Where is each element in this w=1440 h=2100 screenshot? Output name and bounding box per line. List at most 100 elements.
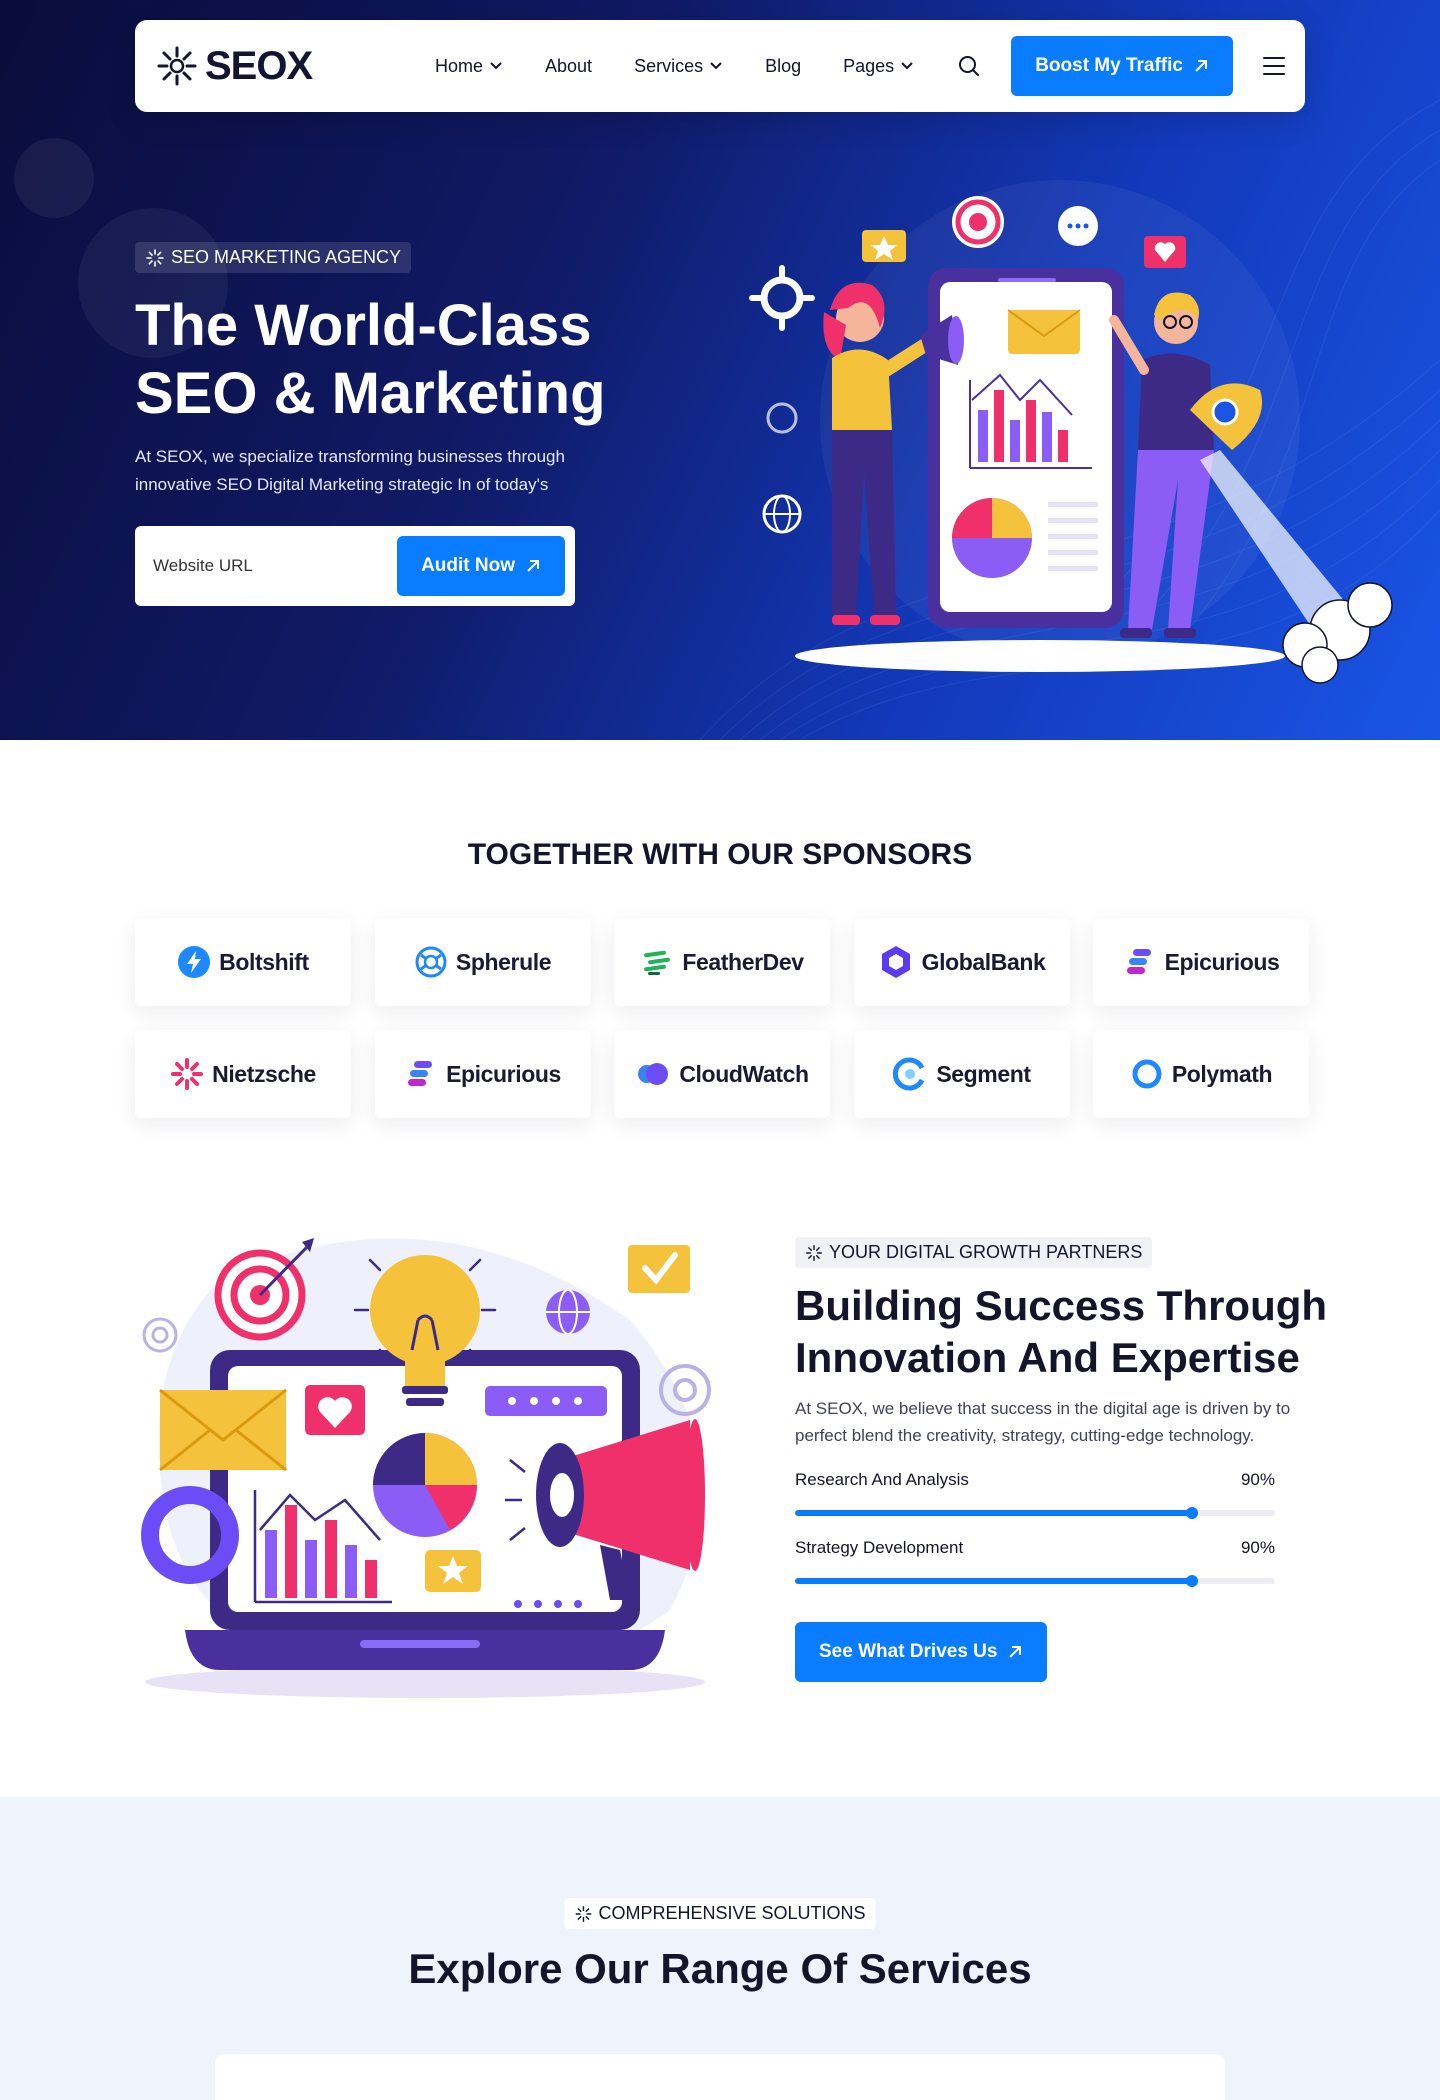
chevron-down-icon <box>490 62 502 70</box>
sponsor-card-featherdev[interactable]: FeatherDev <box>614 918 830 1006</box>
nav-item-services[interactable]: Services <box>634 56 723 77</box>
skill-progress-track <box>795 1507 1275 1519</box>
sponsor-card-epicurious[interactable]: Epicurious <box>374 1030 591 1118</box>
nav-item-home[interactable]: Home <box>435 56 503 77</box>
growth-title-line: Innovation And Expertise <box>795 1334 1300 1381</box>
growth-title: Building Success Through Innovation And … <box>795 1280 1335 1384</box>
sponsor-name: Boltshift <box>219 948 309 975</box>
services-section: COMPREHENSIVE SOLUTIONS Explore Our Rang… <box>0 1797 1440 2100</box>
sponsor-card-cloudwatch[interactable]: CloudWatch <box>614 1030 830 1118</box>
hero-illustration <box>749 180 1393 684</box>
services-badge-label: COMPREHENSIVE SOLUTIONS <box>598 1903 866 1923</box>
hero-section: SEOX Home About Services Blog Pages Boos… <box>0 0 1440 740</box>
skill-progress-fill <box>795 1575 1199 1587</box>
skill-percent: 90% <box>1240 1538 1275 1557</box>
logo[interactable]: SEOX <box>155 44 385 89</box>
stripes-icon <box>1126 949 1151 974</box>
button-label: See What Drives Us <box>819 1641 998 1662</box>
skill-header: Research And Analysis 90% <box>795 1470 1275 1490</box>
skill-label: Strategy Development <box>795 1538 964 1557</box>
skill-header: Strategy Development 90% <box>795 1538 1275 1558</box>
sponsor-name: Segment <box>936 1060 1031 1087</box>
hero-title: The World-Class SEO & Marketing <box>135 292 695 428</box>
button-label: Boost My Traffic <box>1035 55 1183 76</box>
cloud-icon <box>638 1063 669 1085</box>
service-card[interactable] <box>215 2054 1225 2100</box>
sponsor-name: Epicurious <box>1164 948 1280 975</box>
sponsor-grid: Boltshift Spherule FeatherDev GlobalBank… <box>135 918 1309 1118</box>
feather-icon <box>644 950 671 975</box>
skill-label: Research And Analysis <box>795 1470 969 1489</box>
skill-progress-fill <box>795 1507 1199 1519</box>
arrow-up-right-icon <box>527 560 539 572</box>
sponsor-name: FeatherDev <box>682 948 804 975</box>
nav-item-about[interactable]: About <box>545 56 592 77</box>
decor-circle <box>14 138 94 218</box>
skill-percent: 90% <box>1240 1470 1275 1489</box>
sponsor-card-polymath[interactable]: Polymath <box>1093 1030 1309 1118</box>
sponsor-card-spherule[interactable]: Spherule <box>374 918 591 1006</box>
sparkle-icon <box>806 1244 822 1261</box>
logo-text: SEOX <box>205 43 313 88</box>
burst-icon <box>171 1058 204 1090</box>
bolt-icon <box>178 946 211 978</box>
audit-now-button[interactable]: Audit Now <box>397 536 565 596</box>
sponsor-name: Epicurious <box>446 1060 561 1087</box>
nav-item-pages[interactable]: Pages <box>843 56 914 77</box>
sparkle-icon <box>575 1905 592 1922</box>
hero-subtitle: At SEOX, we specialize transforming busi… <box>135 447 565 494</box>
logo-icon <box>157 46 197 86</box>
growth-description: At SEOX, we believe that success in the … <box>795 1399 1291 1445</box>
hero-title-line: The World-Class <box>135 293 592 358</box>
website-url-input[interactable] <box>153 556 398 576</box>
nav-item-label: About <box>545 55 593 76</box>
services-badge: COMPREHENSIVE SOLUTIONS <box>564 1898 876 1929</box>
skill-progress-track <box>795 1575 1275 1587</box>
chevron-down-icon <box>710 62 722 70</box>
nav-item-label: Pages <box>843 55 895 76</box>
sphere-icon <box>415 946 447 978</box>
hero-badge-label: SEO MARKETING AGENCY <box>171 247 402 267</box>
sparkle-icon <box>146 248 164 267</box>
nav-item-label: Blog <box>765 55 802 76</box>
sponsor-card-nietzsche[interactable]: Nietzsche <box>135 1030 351 1118</box>
hexagon-icon <box>881 946 910 978</box>
growth-title-line: Building Success Through <box>795 1282 1328 1329</box>
nav-actions: Boost My Traffic <box>957 36 1285 96</box>
sponsor-card-epicurious[interactable]: Epicurious <box>1093 918 1309 1006</box>
ring-icon <box>1132 1059 1162 1089</box>
skill-strategy: Strategy Development 90% <box>795 1538 1275 1587</box>
growth-badge: YOUR DIGITAL GROWTH PARTNERS <box>795 1237 1153 1268</box>
nav-menu: Home About Services Blog Pages <box>435 56 914 77</box>
hero-badge: SEO MARKETING AGENCY <box>135 242 412 273</box>
chevron-down-icon <box>901 62 913 70</box>
audit-form: Audit Now <box>135 526 575 606</box>
boost-traffic-button[interactable]: Boost My Traffic <box>1011 36 1233 96</box>
top-navbar: SEOX Home About Services Blog Pages Boos… <box>135 20 1305 112</box>
nav-item-label: Services <box>634 55 704 76</box>
sponsor-card-globalbank[interactable]: GlobalBank <box>853 918 1070 1006</box>
skill-research: Research And Analysis 90% <box>795 1470 1275 1519</box>
sponsor-name: Polymath <box>1171 1060 1273 1087</box>
search-icon[interactable] <box>957 54 981 78</box>
see-what-drives-us-button[interactable]: See What Drives Us <box>795 1622 1048 1682</box>
sponsor-name: Spherule <box>455 948 552 975</box>
stripes-icon <box>408 1061 433 1086</box>
sponsor-name: GlobalBank <box>921 948 1046 975</box>
growth-badge-label: YOUR DIGITAL GROWTH PARTNERS <box>829 1242 1143 1262</box>
nav-item-blog[interactable]: Blog <box>765 56 801 77</box>
services-title: Explore Our Range Of Services <box>408 1945 1032 1992</box>
segment-icon <box>893 1057 925 1091</box>
hero-title-line: SEO & Marketing <box>135 361 606 426</box>
sponsor-name: CloudWatch <box>679 1060 809 1087</box>
nav-item-label: Home <box>435 55 484 76</box>
sponsors-title: TOGETHER WITH OUR SPONSORS <box>467 838 973 871</box>
arrow-up-right-icon <box>1195 60 1207 72</box>
sponsor-name: Nietzsche <box>212 1060 316 1087</box>
growth-illustration <box>141 1238 711 1698</box>
sponsor-card-boltshift[interactable]: Boltshift <box>135 918 351 1006</box>
hamburger-menu-icon[interactable] <box>1263 57 1285 75</box>
button-label: Audit Now <box>421 555 515 576</box>
sponsor-card-segment[interactable]: Segment <box>853 1030 1070 1118</box>
arrow-up-right-icon <box>1009 1646 1022 1658</box>
